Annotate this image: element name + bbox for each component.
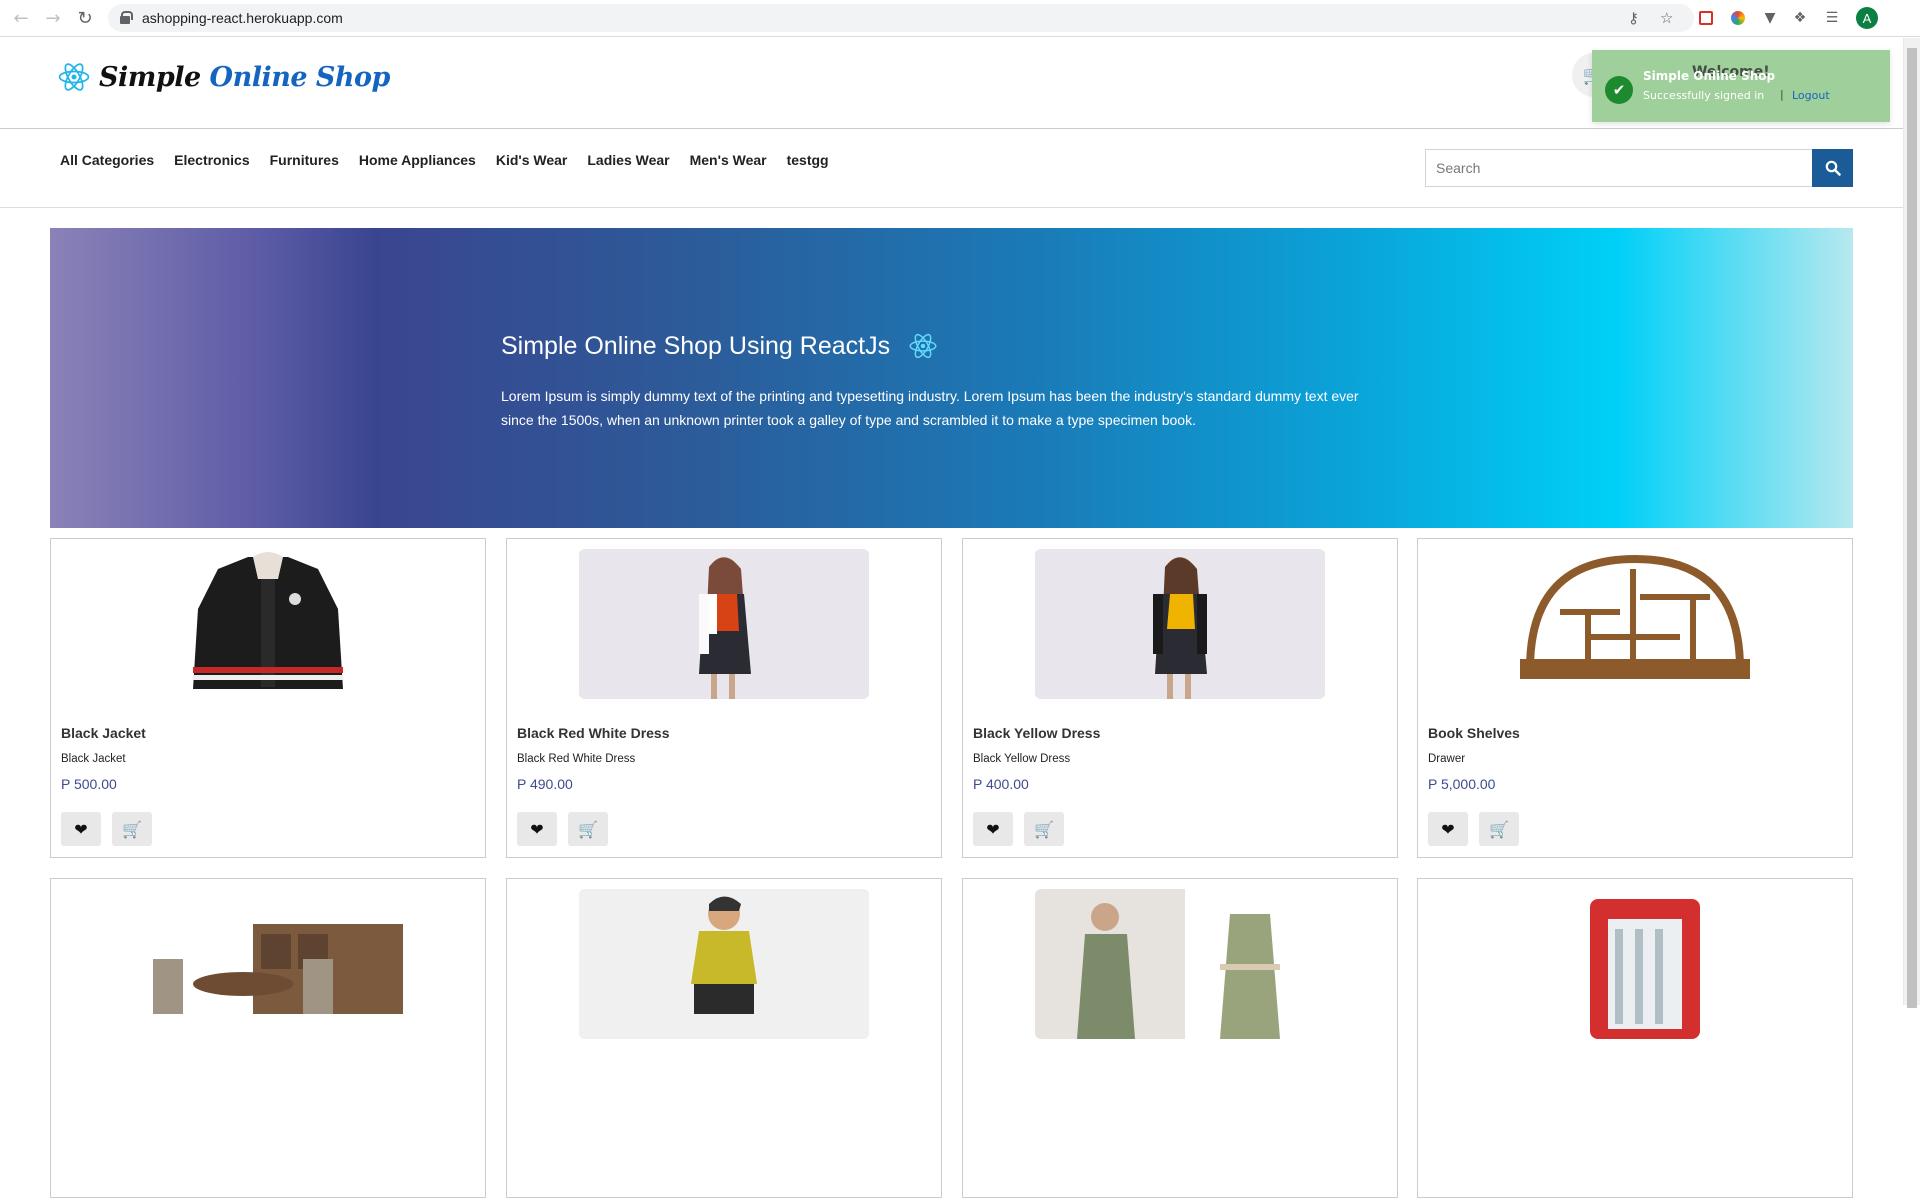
cart-icon: 🛒	[578, 819, 598, 839]
dress-image	[1035, 549, 1325, 699]
product-card[interactable]	[50, 878, 486, 1198]
product-card[interactable]	[506, 878, 942, 1198]
url-text[interactable]: ashopping-react.herokuapp.com	[142, 10, 343, 26]
lock-icon	[120, 11, 133, 24]
product-description: Black Red White Dress	[517, 753, 636, 765]
cart-icon: 🛒	[122, 819, 142, 839]
product-card[interactable]	[1417, 878, 1853, 1198]
cart-icon: 🛒	[1034, 819, 1054, 839]
welcome-toast[interactable]: ✔ Welcome! Simple Online Shop Successful…	[1592, 50, 1890, 122]
toast-title: Simple Online Shop	[1643, 69, 1776, 83]
category-electronics[interactable]: Electronics	[174, 152, 249, 168]
forward-arrow-icon[interactable]: →	[42, 7, 64, 29]
jacket-image	[123, 549, 413, 699]
category-list: All Categories Electronics Furnitures Ho…	[60, 152, 849, 168]
product-description: Drawer	[1428, 753, 1466, 765]
brand-part2: Online Shop	[209, 61, 391, 93]
kids-wear-image	[579, 889, 869, 1039]
hero-title: Simple Online Shop Using ReactJs	[501, 331, 891, 360]
category-home-appliances[interactable]: Home Appliances	[359, 152, 476, 168]
category-furnitures[interactable]: Furnitures	[270, 152, 339, 168]
page-scrollbar[interactable]	[1903, 38, 1920, 1008]
product-description: Black Yellow Dress	[973, 753, 1071, 765]
scrollbar-thumb[interactable]	[1907, 48, 1917, 1008]
dress-image	[579, 549, 869, 699]
toast-message: Successfully signed in	[1643, 89, 1765, 102]
search-button[interactable]	[1812, 149, 1853, 187]
add-to-cart-button[interactable]: 🛒	[1479, 812, 1519, 846]
category-mens-wear[interactable]: Men's Wear	[690, 152, 767, 168]
product-image[interactable]	[579, 549, 869, 699]
toast-separator: |	[1780, 88, 1784, 101]
product-image[interactable]	[1490, 889, 1780, 1039]
reload-icon[interactable]: ↻	[74, 7, 96, 29]
star-icon[interactable]: ☆	[1660, 9, 1673, 27]
product-name[interactable]: Black Jacket	[61, 725, 146, 741]
logout-link[interactable]: Logout	[1792, 89, 1830, 102]
bookshelf-image	[1490, 549, 1780, 699]
search-icon	[1825, 160, 1841, 176]
search-input[interactable]	[1425, 149, 1812, 187]
add-to-cart-button[interactable]: 🛒	[1024, 812, 1064, 846]
extension-color-icon[interactable]	[1728, 8, 1748, 28]
category-all[interactable]: All Categories	[60, 152, 154, 168]
product-card[interactable]: Book Shelves Drawer P 5,000.00 ❤ 🛒	[1417, 538, 1853, 858]
extension-v-icon[interactable]: ▼	[1760, 8, 1780, 28]
check-icon: ✔	[1605, 76, 1633, 104]
browser-toolbar: ← → ↻ ashopping-react.herokuapp.com ⚷ ☆ …	[0, 0, 1920, 37]
back-arrow-icon[interactable]: ←	[10, 7, 32, 29]
product-description: Black Jacket	[61, 753, 126, 765]
product-price: P 490.00	[517, 776, 573, 792]
hero-banner: Simple Online Shop Using ReactJs Lorem I…	[50, 228, 1853, 528]
wishlist-button[interactable]: ❤	[973, 812, 1013, 846]
category-ladies-wear[interactable]: Ladies Wear	[587, 152, 669, 168]
react-logo-icon	[909, 333, 937, 359]
heart-icon: ❤	[74, 819, 88, 839]
hero-title-row: Simple Online Shop Using ReactJs	[501, 331, 938, 361]
product-name[interactable]: Book Shelves	[1428, 725, 1520, 741]
product-image[interactable]	[1035, 889, 1325, 1039]
product-price: P 5,000.00	[1428, 776, 1496, 792]
product-card[interactable]: Black Yellow Dress Black Yellow Dress P …	[962, 538, 1398, 858]
dining-set-image	[123, 889, 413, 1039]
category-testgg[interactable]: testgg	[787, 152, 829, 168]
wishlist-button[interactable]: ❤	[517, 812, 557, 846]
product-image[interactable]	[579, 889, 869, 1039]
category-nav: All Categories Electronics Furnitures Ho…	[0, 130, 1903, 208]
product-price: P 400.00	[973, 776, 1029, 792]
category-kids-wear[interactable]: Kid's Wear	[496, 152, 568, 168]
cart-icon: 🛒	[1489, 819, 1509, 839]
product-image[interactable]	[123, 549, 413, 699]
hero-description: Lorem Ipsum is simply dummy text of the …	[501, 388, 1359, 428]
heart-icon: ❤	[986, 819, 1000, 839]
brand-part1: Simple	[99, 61, 201, 93]
brand-name: Simple Online Shop	[99, 62, 390, 93]
green-dress-image	[1035, 889, 1325, 1039]
extensions-puzzle-icon[interactable]: ❖	[1790, 8, 1810, 28]
profile-avatar[interactable]: A	[1856, 7, 1878, 29]
product-image[interactable]	[123, 889, 413, 1039]
product-card[interactable]	[962, 878, 1398, 1198]
key-icon[interactable]: ⚷	[1628, 9, 1639, 27]
product-card[interactable]: Black Red White Dress Black Red White Dr…	[506, 538, 942, 858]
wishlist-button[interactable]: ❤	[1428, 812, 1468, 846]
product-image[interactable]	[1490, 549, 1780, 699]
search-form	[1425, 149, 1853, 187]
product-name[interactable]: Black Yellow Dress	[973, 725, 1100, 741]
site-logo[interactable]: Simple Online Shop	[57, 60, 390, 94]
heart-icon: ❤	[530, 819, 544, 839]
reading-list-icon[interactable]: ☰	[1822, 8, 1842, 28]
react-logo-icon	[58, 63, 90, 91]
add-to-cart-button[interactable]: 🛒	[568, 812, 608, 846]
wishlist-button[interactable]: ❤	[61, 812, 101, 846]
product-name[interactable]: Black Red White Dress	[517, 725, 670, 741]
address-bar[interactable]: ashopping-react.herokuapp.com ⚷ ☆	[108, 4, 1694, 32]
extension-shield-icon[interactable]	[1696, 8, 1716, 28]
add-to-cart-button[interactable]: 🛒	[112, 812, 152, 846]
appliance-image	[1490, 889, 1780, 1039]
heart-icon: ❤	[1441, 819, 1455, 839]
product-card[interactable]: Black Jacket Black Jacket P 500.00 ❤ 🛒	[50, 538, 486, 858]
product-price: P 500.00	[61, 776, 117, 792]
product-image[interactable]	[1035, 549, 1325, 699]
